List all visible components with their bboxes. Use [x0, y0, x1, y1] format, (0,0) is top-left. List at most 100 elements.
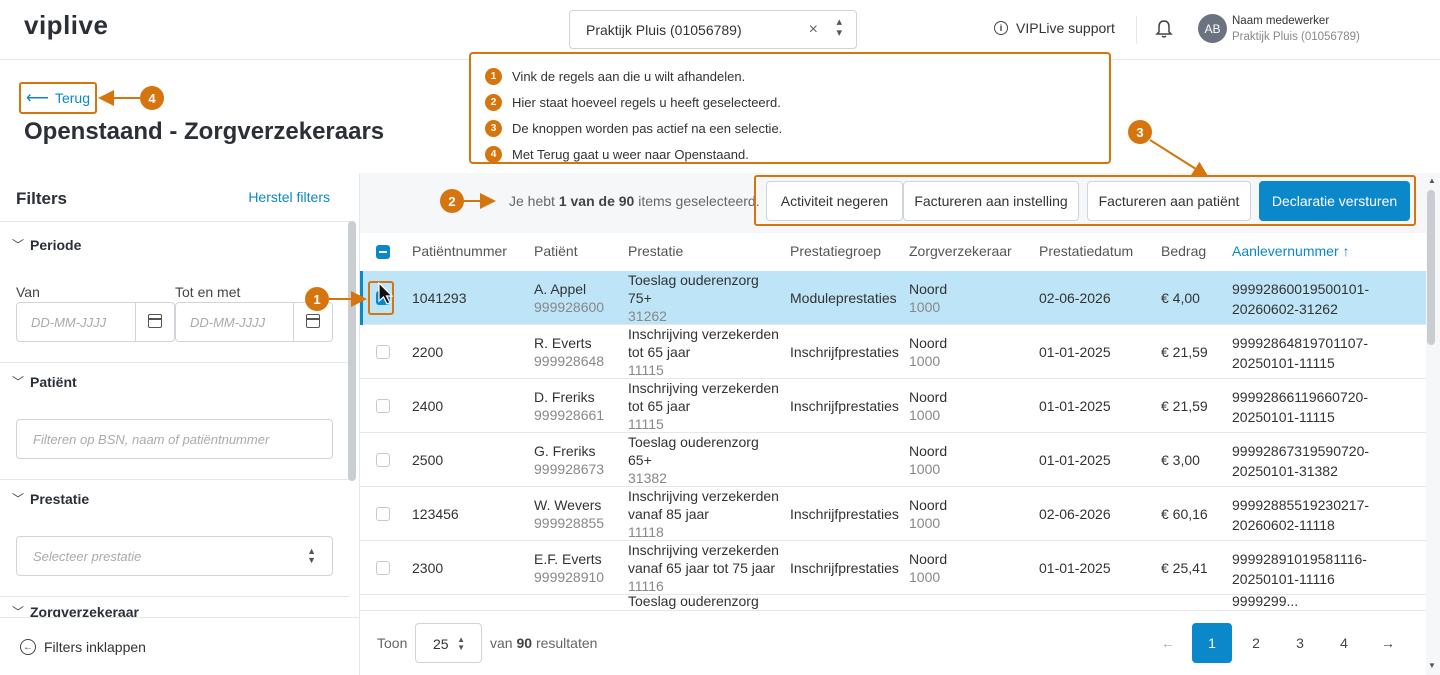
- sidebar-scrollbar[interactable]: [348, 221, 356, 481]
- prestatie-select[interactable]: Selecteer prestatie ▲ ▼: [16, 536, 333, 576]
- send-claim-button[interactable]: Declaratie versturen: [1259, 181, 1410, 221]
- prestatie-code: 11115: [628, 362, 664, 378]
- cell-patient: W. Wevers 999928855: [534, 496, 604, 532]
- prev-page-icon[interactable]: ←: [1148, 623, 1188, 663]
- cell-prestatiegroep: Inschrijfprestaties: [790, 506, 899, 522]
- bill-patient-button[interactable]: Factureren aan patiënt: [1087, 181, 1251, 221]
- callout-line-3: 3 De knoppen worden pas actief na een se…: [485, 120, 782, 137]
- cell-prestatiegroep: Modulepresta­ties: [790, 290, 897, 306]
- next-page-icon[interactable]: →: [1368, 623, 1408, 663]
- tot-label: Tot en met: [175, 284, 241, 300]
- callout-line-4: 4 Met Terug gaat u weer naar Openstaand.: [485, 146, 749, 163]
- col-prestatie[interactable]: Prestatie: [628, 243, 683, 259]
- collapse-filters-button[interactable]: ← Filters inklappen: [0, 617, 359, 675]
- cell-prestatiegroep: Inschrijfprestaties: [790, 560, 899, 576]
- page-2-button[interactable]: 2: [1236, 623, 1276, 663]
- select-all-checkbox[interactable]: [376, 245, 390, 259]
- clear-icon[interactable]: ×: [809, 21, 818, 39]
- table-row[interactable]: 1041293 A. Appel 999928600 Toeslag oudere…: [360, 271, 1426, 325]
- col-patientnummer[interactable]: Patiëntnummer: [412, 243, 507, 259]
- chevron-down-icon: ﹀: [12, 606, 25, 617]
- patient-search-input[interactable]: Filteren op BSN, naam of patiëntnummer: [16, 419, 333, 459]
- cell-aanlevernummer: 99992885519230217- 20260602-11118: [1232, 495, 1369, 535]
- results-word: resultaten: [535, 635, 598, 651]
- section-periode[interactable]: ﹀ Periode: [12, 236, 81, 253]
- scroll-down-icon[interactable]: ▼: [1428, 661, 1436, 670]
- cell-patient: E.F. Everts 999928910: [534, 550, 604, 586]
- prestatie-line: tot 65 jaar: [628, 344, 691, 360]
- section-zorgverzekeraar[interactable]: ﹀ Zorgverzekeraar: [12, 606, 139, 617]
- calendar-icon[interactable]: [306, 314, 320, 328]
- ignore-activity-button[interactable]: Activiteit negeren: [766, 181, 903, 221]
- section-prestatie[interactable]: ﹀ Prestatie: [12, 490, 89, 507]
- insurer-name: Noord: [909, 497, 948, 513]
- chevron-down-icon: ﹀: [12, 238, 25, 252]
- divider: [135, 303, 136, 341]
- patient-name: A. Appel: [534, 281, 587, 297]
- cell-prestatie: Toeslag ouderenzorg: [628, 593, 759, 609]
- table-row[interactable]: 2400 D. Freriks 999928661 Inschrijving ve…: [360, 379, 1426, 433]
- section-patient[interactable]: ﹀ Patiënt: [12, 373, 77, 390]
- bell-icon[interactable]: [1155, 18, 1173, 40]
- callout-number: 2: [485, 94, 502, 111]
- patient-bsn: 999928910: [534, 569, 605, 585]
- col-aanlevernummer[interactable]: Aanlevernummer ↑: [1232, 243, 1350, 259]
- col-zorgverzekeraar[interactable]: Zorgverzekeraar: [909, 243, 1012, 259]
- table-row[interactable]: 2300 E.F. Everts 999928910 Inschrijving v…: [360, 541, 1426, 595]
- bill-institution-button[interactable]: Factureren aan instelling: [903, 181, 1079, 221]
- arrow-left-icon: ⟵: [26, 90, 49, 107]
- prestatie-code: 31262: [628, 308, 667, 324]
- prestatie-line: vanaf 65 jaar tot 75 jaar: [628, 560, 776, 576]
- callout-text: De knoppen worden pas actief na een sele…: [512, 121, 783, 136]
- filters-title: Filters: [16, 189, 68, 208]
- page-scrollbar[interactable]: [1427, 190, 1435, 345]
- prestatie-line: 65+: [628, 452, 652, 468]
- reset-filters-link[interactable]: Herstel filters: [248, 189, 330, 205]
- avatar[interactable]: AB: [1198, 14, 1227, 43]
- date-from-field[interactable]: DD-MM-JJJJ: [16, 302, 175, 342]
- ref-line: 20250101-11115: [1232, 355, 1335, 371]
- practice-select[interactable]: Praktijk Pluis (01056789) × ▴ ▾: [569, 10, 857, 49]
- cell-patient: A. Appel 999928600: [534, 280, 604, 316]
- col-prestatiegroep[interactable]: Prestatiegroep: [790, 243, 881, 259]
- back-link[interactable]: ⟵ Terug: [19, 82, 97, 114]
- row-checkbox[interactable]: [376, 561, 390, 575]
- ref-line: 99992860019500101-: [1232, 281, 1370, 297]
- table-row[interactable]: Toeslag ouderenzorg 9999299...: [360, 593, 1426, 610]
- row-checkbox[interactable]: [376, 507, 390, 521]
- filters-sidebar: Filters Herstel filters ﹀ Periode Van To…: [0, 173, 360, 675]
- insurer-code: 1000: [909, 407, 941, 423]
- callout-number: 4: [485, 146, 502, 163]
- date-placeholder: DD-MM-JJJJ: [31, 315, 107, 330]
- page-size-select[interactable]: 25 ▲ ▼: [415, 623, 482, 663]
- cell-patientnummer: 1041293: [412, 290, 467, 306]
- cell-zorgverzekeraar: Noord 1000: [909, 496, 947, 532]
- support-link[interactable]: i VIPLive support: [994, 20, 1115, 36]
- page-4-button[interactable]: 4: [1324, 623, 1364, 663]
- patient-name: D. Freriks: [534, 389, 595, 405]
- scroll-up-icon[interactable]: ▲: [1428, 176, 1436, 185]
- cell-patient: R. Everts 999928648: [534, 334, 604, 370]
- row-checkbox[interactable]: [376, 345, 390, 359]
- divider: [0, 479, 350, 480]
- page-3-button[interactable]: 3: [1280, 623, 1320, 663]
- col-prestatiedatum[interactable]: Prestatiedatum: [1039, 243, 1133, 259]
- cell-patientnummer: 2300: [412, 560, 444, 576]
- col-bedrag[interactable]: Bedrag: [1161, 243, 1206, 259]
- claims-table: Patiëntnummer Patiënt Prestatie Prestati…: [360, 233, 1426, 610]
- cell-zorgverzekeraar: Noord 1000: [909, 550, 947, 586]
- page-1-button[interactable]: 1: [1192, 623, 1232, 663]
- calendar-icon[interactable]: [148, 314, 162, 328]
- cell-zorgverzekeraar: Noord 1000: [909, 388, 947, 424]
- table-row[interactable]: 2500 G. Freriks 999928673 Toeslag ouderen…: [360, 433, 1426, 487]
- cell-aanlevernummer: 99992867319590720- 20250101-31382: [1232, 441, 1369, 481]
- table-row[interactable]: 123456 W. Wevers 999928855 Inschrijving v…: [360, 487, 1426, 541]
- main-content: Je hebt 1 van de 90 items geselecteerd. …: [360, 173, 1440, 675]
- col-patient[interactable]: Patiënt: [534, 243, 578, 259]
- table-row[interactable]: 2200 R. Everts 999928648 Inschrijving ver…: [360, 325, 1426, 379]
- cell-patient: D. Freriks 999928661: [534, 388, 604, 424]
- row-checkbox[interactable]: [376, 399, 390, 413]
- app-logo[interactable]: viplive: [24, 10, 108, 41]
- cell-prestatiedatum: 01-01-2025: [1039, 344, 1111, 360]
- row-checkbox[interactable]: [376, 453, 390, 467]
